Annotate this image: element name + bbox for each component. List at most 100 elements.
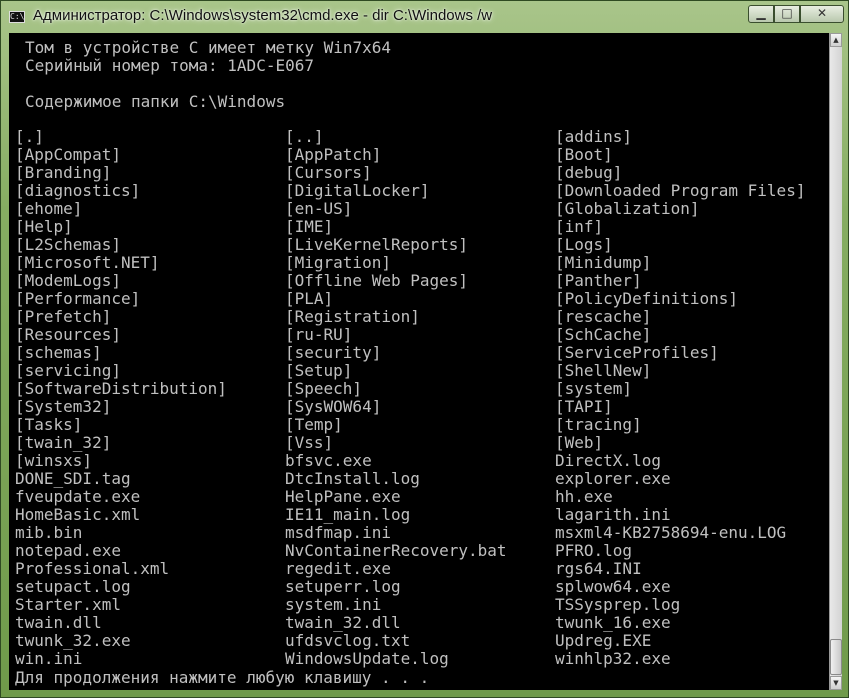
volume-serial-line: Серийный номер тома: 1ADC-E067 (25, 56, 314, 75)
dir-entry: DtcInstall.log (285, 469, 420, 488)
dir-entry: TSSysprep.log (555, 595, 681, 614)
dir-entry: WindowsUpdate.log (285, 649, 449, 668)
dir-entry: [AppCompat] (15, 145, 121, 164)
minimize-button[interactable]: ▁ (748, 5, 774, 23)
dir-entry: explorer.exe (555, 469, 671, 488)
continue-prompt: Для продолжения нажмите любую клавишу . … (15, 668, 430, 687)
dir-entry: [system] (555, 379, 633, 398)
dir-entry: [Prefetch] (15, 307, 112, 326)
dir-entry: [System32] (15, 397, 112, 416)
dir-entry: [Registration] (285, 307, 420, 326)
dir-entry: [en-US] (285, 199, 353, 218)
dir-entry: [winsxs] (15, 451, 93, 470)
dir-entry: setupact.log (15, 577, 131, 596)
dir-entry: [TAPI] (555, 397, 613, 416)
dir-entry: [rescache] (555, 307, 652, 326)
dir-entry: [AppPatch] (285, 145, 382, 164)
dir-entry: [ModemLogs] (15, 271, 121, 290)
dir-entry: [Tasks] (15, 415, 83, 434)
dir-entry: [diagnostics] (15, 181, 141, 200)
dir-entry: [ShellNew] (555, 361, 652, 380)
cmd-icon[interactable]: C:\ (9, 11, 25, 23)
dir-entry: [security] (285, 343, 382, 362)
dir-entry: [Panther] (555, 271, 642, 290)
dir-entry: [Temp] (285, 415, 343, 434)
dir-entry: hh.exe (555, 487, 613, 506)
dir-entry: [.] (15, 127, 44, 146)
dir-entry: regedit.exe (285, 559, 391, 578)
dir-entry: twain.dll (15, 613, 102, 632)
directory-heading: Содержимое папки C:\Windows (25, 92, 286, 111)
dir-entry: [Vss] (285, 433, 334, 452)
dir-entry: [Setup] (285, 361, 353, 380)
dir-entry: notepad.exe (15, 541, 121, 560)
scroll-down-button[interactable]: ▼ (830, 676, 842, 690)
dir-entry: bfsvc.exe (285, 451, 372, 470)
dir-entry: [Branding] (15, 163, 112, 182)
dir-entry: [twain_32] (15, 433, 112, 452)
dir-entry: [SysWOW64] (285, 397, 382, 416)
dir-entry: [ru-RU] (285, 325, 353, 344)
dir-entry: [Minidump] (555, 253, 652, 272)
console-output[interactable]: Том в устройстве C имеет метку Win7x64 С… (9, 33, 829, 690)
listing-column-2: [..] [AppPatch] [Cursors] [DigitalLocker] [e… (285, 128, 555, 668)
scroll-up-button[interactable]: ▲ (830, 33, 842, 47)
dir-entry: [Performance] (15, 289, 141, 308)
dir-entry: [Speech] (285, 379, 363, 398)
dir-entry: DONE_SDI.tag (15, 469, 131, 488)
dir-entry: win.ini (15, 649, 83, 668)
dir-entry: twunk_32.exe (15, 631, 131, 650)
dir-entry: ufdsvclog.txt (285, 631, 411, 650)
dir-entry: [Downloaded Program Files] (555, 181, 806, 200)
dir-entry: [schemas] (15, 343, 102, 362)
dir-entry: [servicing] (15, 361, 121, 380)
dir-entry: twain_32.dll (285, 613, 401, 632)
dir-entry: [IME] (285, 217, 334, 236)
close-button[interactable]: ✕ (800, 5, 844, 23)
dir-entry: [Microsoft.NET] (15, 253, 160, 272)
dir-entry: [DigitalLocker] (285, 181, 430, 200)
dir-entry: mib.bin (15, 523, 83, 542)
dir-entry: [Cursors] (285, 163, 372, 182)
listing-column-1: [.] [AppCompat] [Branding] [diagnostics] [eh… (15, 128, 285, 668)
dir-entry: [tracing] (555, 415, 642, 434)
dir-entry: [ServiceProfiles] (555, 343, 719, 362)
window-title: Администратор: C:\Windows\system32\cmd.e… (33, 7, 493, 24)
dir-entry: [SoftwareDistribution] (15, 379, 227, 398)
scroll-thumb[interactable] (830, 639, 842, 675)
maximize-button[interactable]: □ (774, 5, 800, 23)
dir-entry: [Help] (15, 217, 73, 236)
dir-entry: [Offline Web Pages] (285, 271, 469, 290)
dir-entry: msdfmap.ini (285, 523, 391, 542)
dir-entry: [LiveKernelReports] (285, 235, 469, 254)
dir-entry: HelpPane.exe (285, 487, 401, 506)
window-controls: ▁ □ ✕ (748, 5, 844, 25)
title-bar[interactable]: C:\ Администратор: C:\Windows\system32\c… (1, 1, 849, 35)
dir-entry: twunk_16.exe (555, 613, 671, 632)
dir-entry: setuperr.log (285, 577, 401, 596)
dir-entry: IE11_main.log (285, 505, 411, 524)
dir-entry: [Logs] (555, 235, 613, 254)
cmd-window: C:\ Администратор: C:\Windows\system32\c… (0, 0, 849, 698)
volume-label-line: Том в устройстве C имеет метку Win7x64 (25, 38, 392, 57)
dir-entry: [Boot] (555, 145, 613, 164)
vertical-scrollbar[interactable]: ▲ ▼ (829, 33, 842, 690)
dir-entry: [L2Schemas] (15, 235, 121, 254)
dir-entry: NvContainerRecovery.bat (285, 541, 507, 560)
dir-entry: splwow64.exe (555, 577, 671, 596)
dir-entry: lagarith.ini (555, 505, 671, 524)
dir-entry: [Resources] (15, 325, 121, 344)
dir-entry: Starter.xml (15, 595, 121, 614)
dir-entry: [inf] (555, 217, 604, 236)
dir-entry: [PLA] (285, 289, 334, 308)
dir-entry: msxml4-KB2758694-enu.LOG (555, 523, 787, 542)
dir-entry: PFRO.log (555, 541, 633, 560)
dir-entry: DirectX.log (555, 451, 661, 470)
dir-entry: rgs64.INI (555, 559, 642, 578)
dir-entry: [ehome] (15, 199, 83, 218)
dir-entry: Updreg.EXE (555, 631, 652, 650)
dir-entry: [PolicyDefinitions] (555, 289, 739, 308)
dir-entry: system.ini (285, 595, 382, 614)
dir-entry: [Web] (555, 433, 604, 452)
dir-entry: HomeBasic.xml (15, 505, 141, 524)
